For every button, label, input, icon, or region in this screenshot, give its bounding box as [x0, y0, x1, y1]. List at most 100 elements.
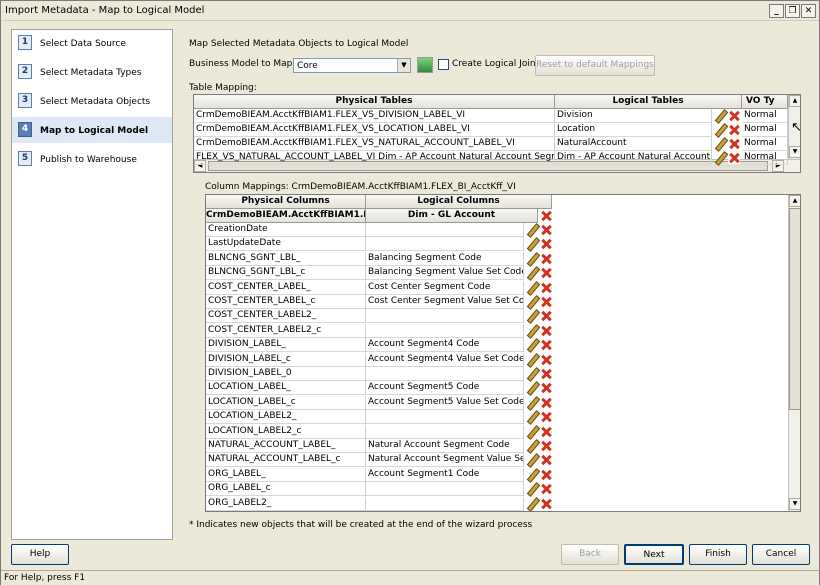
physical-table-cell[interactable]: CrmDemoBIEAM.AcctKffBIAM1.FLEX_VS_NATURA…: [194, 137, 555, 151]
wizard-step-3[interactable]: 3 Select Metadata Objects: [12, 88, 172, 114]
edit-pencil-icon[interactable]: [526, 310, 538, 322]
delete-icon[interactable]: [540, 396, 552, 409]
physical-column-cell[interactable]: ORG_LABEL_c: [206, 482, 366, 497]
logical-table-cell[interactable]: Division: [555, 109, 712, 123]
physical-column-cell[interactable]: DIVISION_LABEL_0: [206, 367, 366, 381]
delete-icon[interactable]: [728, 124, 740, 136]
column-vscrollbar[interactable]: ▲ ▼: [788, 195, 800, 511]
edit-pencil-icon[interactable]: [526, 339, 538, 351]
edit-pencil-icon[interactable]: [526, 354, 538, 366]
edit-pencil-icon[interactable]: [526, 498, 538, 510]
delete-column-icon[interactable]: [540, 210, 552, 222]
delete-icon[interactable]: [540, 267, 552, 280]
physical-column-cell[interactable]: NATURAL_ACCOUNT_LABEL_: [206, 439, 366, 453]
logical-column-cell[interactable]: [366, 482, 524, 497]
wizard-step-5[interactable]: 5 Publish to Warehouse: [12, 146, 172, 172]
logical-column-cell[interactable]: Cost Center Segment Code: [366, 280, 524, 295]
edit-pencil-icon[interactable]: [526, 368, 538, 380]
vo-type-cell[interactable]: Normal: [742, 109, 788, 123]
chevron-down-icon[interactable]: ▼: [397, 59, 410, 72]
delete-icon[interactable]: [540, 339, 552, 352]
business-model-browse-icon[interactable]: [417, 57, 433, 73]
logical-tables-header[interactable]: Logical Tables: [555, 95, 742, 109]
vo-type-header[interactable]: VO Ty: [742, 95, 788, 109]
physical-column-cell[interactable]: CreationDate: [206, 223, 366, 237]
delete-icon[interactable]: [540, 425, 552, 438]
delete-icon[interactable]: [540, 440, 552, 452]
delete-icon[interactable]: [540, 238, 552, 251]
logical-table-cell[interactable]: NaturalAccount: [555, 137, 712, 151]
physical-column-cell[interactable]: NATURAL_ACCOUNT_LABEL_c: [206, 453, 366, 468]
wizard-step-1[interactable]: 1 Select Data Source: [12, 30, 172, 56]
vo-type-cell[interactable]: Normal: [742, 123, 788, 137]
create-logical-joins-checkbox[interactable]: [438, 59, 449, 70]
edit-pencil-icon[interactable]: [526, 411, 538, 423]
logical-column-cell[interactable]: Balancing Segment Code: [366, 251, 524, 266]
edit-pencil-icon[interactable]: [526, 382, 538, 394]
edit-pencil-icon[interactable]: [526, 483, 538, 495]
edit-pencil-icon[interactable]: [714, 124, 726, 136]
delete-icon[interactable]: [540, 252, 552, 265]
edit-pencil-icon[interactable]: [526, 253, 538, 265]
logical-column-cell[interactable]: [366, 367, 524, 381]
back-button[interactable]: Back: [561, 544, 619, 565]
edit-pencil-icon[interactable]: [526, 296, 538, 308]
edit-pencil-icon[interactable]: [526, 397, 538, 409]
minimize-icon[interactable]: _: [769, 4, 784, 18]
physical-column-cell[interactable]: LOCATION_LABEL2_c: [206, 424, 366, 439]
delete-icon[interactable]: [540, 483, 552, 496]
edit-pencil-icon[interactable]: [526, 267, 538, 279]
logical-column-cell[interactable]: [366, 323, 524, 338]
next-button[interactable]: Next: [624, 544, 684, 565]
physical-source-subheader[interactable]: CrmDemoBIEAM.AcctKffBIAM1.FL: [206, 209, 366, 223]
physical-column-cell[interactable]: ORG_LABEL_: [206, 467, 366, 482]
physical-table-cell[interactable]: CrmDemoBIEAM.AcctKffBIAM1.FLEX_VS_DIVISI…: [194, 109, 555, 123]
wizard-step-2[interactable]: 2 Select Metadata Types: [12, 59, 172, 85]
logical-columns-header[interactable]: Logical Columns: [366, 195, 552, 209]
edit-pencil-icon[interactable]: [526, 426, 538, 438]
column-vscroll-thumb[interactable]: [789, 208, 800, 410]
edit-pencil-icon[interactable]: [714, 152, 726, 164]
logical-column-cell[interactable]: Account Segment1 Code: [366, 467, 524, 482]
delete-icon[interactable]: [540, 281, 552, 294]
edit-pencil-icon[interactable]: [526, 282, 538, 294]
cancel-button[interactable]: Cancel: [752, 544, 810, 565]
physical-column-cell[interactable]: COST_CENTER_LABEL2_: [206, 309, 366, 324]
delete-icon[interactable]: [540, 224, 552, 236]
close-icon[interactable]: ✕: [801, 4, 816, 18]
delete-icon[interactable]: [540, 411, 552, 424]
delete-icon[interactable]: [540, 382, 552, 395]
physical-column-cell[interactable]: LOCATION_LABEL_c: [206, 395, 366, 410]
physical-column-cell[interactable]: DIVISION_LABEL_: [206, 338, 366, 353]
edit-pencil-icon[interactable]: [526, 238, 538, 250]
edit-pencil-icon[interactable]: [526, 325, 538, 337]
delete-icon[interactable]: [728, 110, 740, 122]
physical-table-cell[interactable]: CrmDemoBIEAM.AcctKffBIAM1.FLEX_VS_LOCATI…: [194, 123, 555, 137]
logical-column-cell[interactable]: Account Segment5 Value Set Code: [366, 395, 524, 410]
delete-icon[interactable]: [540, 353, 552, 366]
logical-target-subheader[interactable]: Dim - GL Account: [366, 209, 538, 223]
edit-pencil-icon[interactable]: [714, 138, 726, 150]
scroll-down-icon[interactable]: ▼: [789, 146, 800, 158]
scroll-down-icon[interactable]: ▼: [789, 498, 800, 510]
delete-icon[interactable]: [540, 310, 552, 323]
edit-pencil-icon[interactable]: [714, 110, 726, 122]
reset-mappings-button[interactable]: Reset to default Mappings: [535, 55, 655, 76]
logical-column-cell[interactable]: [366, 424, 524, 439]
logical-column-cell[interactable]: [366, 309, 524, 324]
delete-icon[interactable]: [540, 454, 552, 467]
physical-columns-header[interactable]: Physical Columns: [206, 195, 366, 209]
logical-column-cell[interactable]: [366, 496, 524, 511]
delete-icon[interactable]: [728, 138, 740, 150]
delete-icon[interactable]: [728, 152, 740, 164]
logical-column-cell[interactable]: Balancing Segment Value Set Code: [366, 266, 524, 281]
delete-icon[interactable]: [540, 368, 552, 380]
logical-column-cell[interactable]: Cost Center Segment Value Set Cod: [366, 295, 524, 309]
edit-pencil-icon[interactable]: [526, 440, 538, 452]
physical-column-cell[interactable]: COST_CENTER_LABEL2_c: [206, 323, 366, 338]
physical-tables-header[interactable]: Physical Tables: [194, 95, 555, 109]
physical-column-cell[interactable]: LOCATION_LABEL2_: [206, 410, 366, 425]
scroll-up-icon[interactable]: ▲: [789, 195, 800, 207]
delete-icon[interactable]: [540, 497, 552, 510]
wizard-step-4[interactable]: 4 Map to Logical Model: [12, 117, 172, 143]
